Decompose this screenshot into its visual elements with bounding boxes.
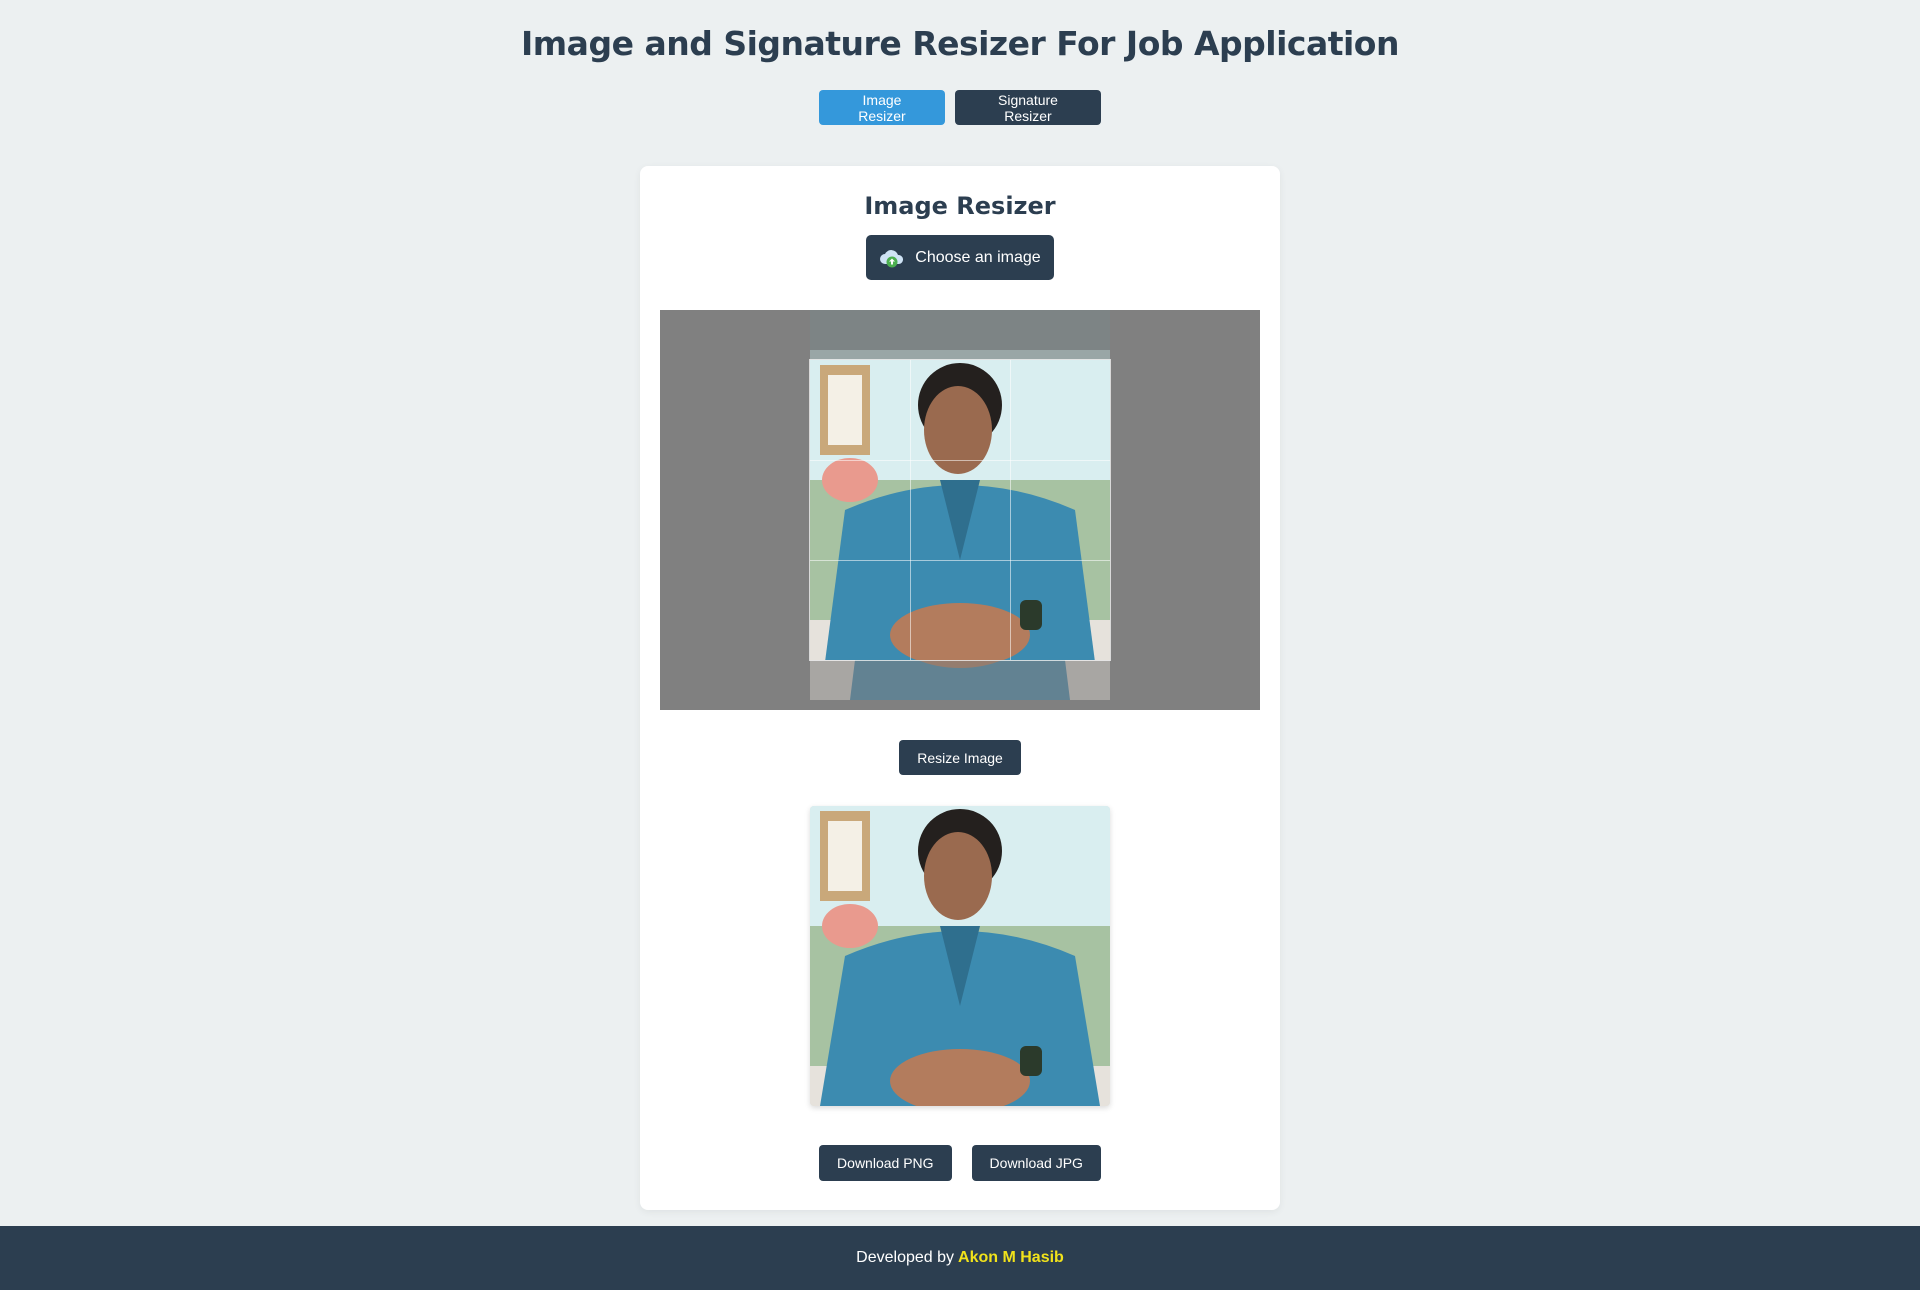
- page-title: Image and Signature Resizer For Job Appl…: [521, 24, 1399, 63]
- resize-image-button[interactable]: Resize Image: [899, 740, 1021, 775]
- crop-guide-line: [810, 460, 1110, 461]
- crop-guide-line: [810, 560, 1110, 561]
- crop-box[interactable]: [809, 359, 1111, 661]
- card-title: Image Resizer: [864, 192, 1056, 220]
- crop-area[interactable]: [660, 310, 1260, 710]
- resized-preview-image: [810, 806, 1110, 1106]
- crop-guide-line: [910, 360, 911, 660]
- crop-guide-line: [1010, 360, 1011, 660]
- download-jpg-button[interactable]: Download JPG: [971, 1145, 1101, 1181]
- page: Image and Signature Resizer For Job Appl…: [0, 0, 1920, 1290]
- tab-bar: Image Resizer Signature Resizer: [0, 90, 1920, 125]
- download-png-button[interactable]: Download PNG: [819, 1145, 952, 1181]
- crop-box-image: [810, 360, 1110, 660]
- choose-image-label: Choose an image: [915, 248, 1041, 266]
- footer: Developed by Akon M Hasib: [0, 1226, 1920, 1290]
- footer-prefix: Developed by: [856, 1249, 955, 1266]
- footer-author-link[interactable]: Akon M Hasib: [958, 1249, 1064, 1267]
- tab-image-resizer[interactable]: Image Resizer: [819, 90, 945, 125]
- choose-image-button[interactable]: Choose an image: [866, 235, 1054, 280]
- tab-signature-resizer[interactable]: Signature Resizer: [955, 90, 1101, 125]
- resizer-card: Image Resizer Choose an image Resize Ima…: [640, 166, 1280, 1210]
- preview-image: [810, 806, 1110, 1106]
- cloud-upload-icon: [879, 247, 905, 269]
- download-buttons: Download PNG Download JPG: [640, 1145, 1280, 1181]
